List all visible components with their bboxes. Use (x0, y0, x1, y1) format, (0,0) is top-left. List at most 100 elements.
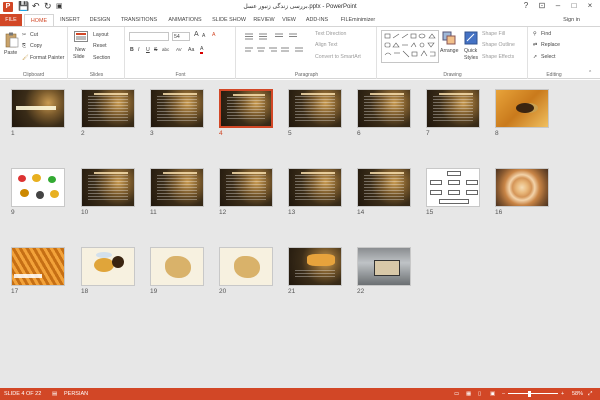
zoom-out-button[interactable]: – (502, 388, 505, 400)
slide-thumbnail[interactable]: 16 (495, 168, 549, 216)
list-buttons-icon[interactable] (243, 32, 313, 41)
slide-thumbnail[interactable]: 7 (426, 89, 480, 137)
reset-button[interactable]: Reset (93, 42, 107, 50)
clear-formatting-icon[interactable]: A (212, 31, 215, 39)
slide-thumbnail[interactable]: 12 (219, 168, 273, 216)
bold-button[interactable]: B (130, 46, 134, 54)
slide-show-view-icon[interactable]: ▣ (490, 388, 495, 400)
copy-icon[interactable]: ⎘ (22, 42, 26, 50)
section-button[interactable]: Section (93, 54, 110, 62)
change-case-button[interactable]: Aa (188, 46, 194, 54)
paste-icon[interactable] (5, 32, 19, 48)
tab-insert[interactable]: INSERT (57, 14, 83, 26)
slide-thumbnail[interactable]: 18 (81, 247, 135, 295)
tab-file[interactable]: FILE (0, 14, 22, 26)
text-direction-button[interactable]: Text Direction (315, 30, 346, 38)
cut-button[interactable]: Cut (30, 31, 38, 39)
font-name-combo[interactable] (129, 32, 169, 41)
slide-number: 19 (150, 288, 158, 295)
grow-font-icon[interactable]: A (194, 31, 199, 39)
paste-button[interactable]: Paste (4, 49, 17, 57)
cut-icon[interactable]: ✂ (22, 31, 26, 39)
slide-thumbnail[interactable]: 21 (288, 247, 342, 295)
strikethrough-button[interactable]: S (154, 46, 157, 54)
spellcheck-icon[interactable]: ▤ (52, 388, 57, 400)
zoom-slider-thumb[interactable] (528, 391, 531, 397)
slide-thumbnail[interactable]: 3 (150, 89, 204, 137)
slide-thumbnail[interactable]: 13 (288, 168, 342, 216)
slide-count-status[interactable]: SLIDE 4 OF 22 (4, 388, 41, 400)
tab-view[interactable]: VIEW (279, 14, 299, 26)
tab-slide-show[interactable]: SLIDE SHOW (209, 14, 249, 26)
zoom-slider[interactable] (508, 393, 558, 394)
slide-thumbnail[interactable]: 19 (150, 247, 204, 295)
copy-button[interactable]: Copy (30, 42, 42, 50)
replace-button[interactable]: Replace (541, 41, 560, 49)
font-size-combo[interactable]: 54 (172, 32, 190, 41)
tab-fileminimizer[interactable]: FILEminimizer (335, 14, 381, 26)
zoom-level[interactable]: 58% (572, 388, 583, 400)
arrange-button[interactable]: Arrange (440, 47, 458, 55)
clipboard-group: Paste ✂ Cut ⎘ Copy 🖌 Format Painter Clip… (0, 27, 68, 79)
italic-button[interactable]: I (138, 46, 139, 54)
text-shadow-button[interactable]: abc (162, 46, 169, 54)
quick-styles-button-line2[interactable]: Styles (464, 54, 478, 62)
normal-view-icon[interactable]: ▭ (454, 388, 459, 400)
font-color-button[interactable]: A (200, 46, 204, 54)
tab-review[interactable]: REVIEW (251, 14, 277, 26)
arrange-icon[interactable] (442, 31, 456, 45)
slide-thumbnail[interactable]: 9 (11, 168, 65, 216)
find-button[interactable]: Find (541, 30, 551, 38)
slide-thumbnail[interactable]: 22 (357, 247, 411, 295)
convert-to-smartart-button[interactable]: Convert to SmartArt (315, 53, 361, 61)
align-text-button[interactable]: Align Text (315, 41, 337, 49)
underline-button[interactable]: U (146, 46, 150, 54)
maximize-button[interactable]: □ (566, 0, 582, 12)
shape-outline-button[interactable]: Shape Outline (482, 41, 515, 49)
character-spacing-button[interactable]: AV (176, 46, 182, 54)
help-icon[interactable]: ? (518, 0, 534, 12)
slide-thumbnail[interactable]: 2 (81, 89, 135, 137)
tab-animations[interactable]: ANIMATIONS (163, 14, 207, 26)
slide-sorter-view-icon[interactable]: ▦ (466, 388, 471, 400)
slide-thumbnail[interactable]: 14 (357, 168, 411, 216)
format-painter-button[interactable]: Format Painter (30, 54, 64, 62)
quick-styles-icon[interactable] (464, 31, 478, 45)
ribbon-display-options-icon[interactable]: ⊡ (534, 0, 550, 12)
slide-thumbnail[interactable]: 8 (495, 89, 549, 137)
find-icon[interactable]: ⚲ (533, 30, 537, 38)
shape-fill-button[interactable]: Shape Fill (482, 30, 505, 38)
alignment-buttons-icon[interactable] (243, 46, 313, 55)
shrink-font-icon[interactable]: A (202, 32, 205, 40)
slide-thumbnail[interactable]: 11 (150, 168, 204, 216)
zoom-in-button[interactable]: + (561, 388, 564, 400)
replace-icon[interactable]: ⇄ (533, 41, 537, 49)
fit-slide-icon[interactable]: ⤢ (588, 388, 592, 400)
slide-thumbnail[interactable]: 17 (11, 247, 65, 295)
shape-effects-button[interactable]: Shape Effects (482, 53, 514, 61)
tab-add-ins[interactable]: ADD-INS (302, 14, 332, 26)
tab-design[interactable]: DESIGN (86, 14, 114, 26)
select-button[interactable]: Select (541, 53, 555, 61)
format-painter-icon[interactable]: 🖌 (22, 54, 29, 62)
select-icon[interactable]: ➚ (533, 53, 537, 61)
slide-thumbnail[interactable]: 1 (11, 89, 65, 137)
sign-in-link[interactable]: Sign in (563, 17, 580, 23)
slide-thumbnail[interactable]: 6 (357, 89, 411, 137)
new-slide-icon[interactable] (74, 31, 88, 43)
language-status[interactable]: PERSIAN (64, 388, 88, 400)
slide-thumbnail[interactable]: 15 (426, 168, 480, 216)
close-button[interactable]: × (582, 0, 598, 12)
layout-button[interactable]: Layout (93, 31, 109, 39)
slide-image (426, 89, 480, 128)
slide-thumbnail[interactable]: 5 (288, 89, 342, 137)
shapes-gallery[interactable] (381, 30, 439, 63)
tab-transitions[interactable]: TRANSITIONS (117, 14, 161, 26)
new-slide-button-line2[interactable]: Slide (73, 53, 85, 61)
minimize-button[interactable]: – (550, 0, 566, 12)
reading-view-icon[interactable]: ▯ (478, 388, 481, 400)
slide-thumbnail[interactable]: 10 (81, 168, 135, 216)
slide-thumbnail[interactable]: 20 (219, 247, 273, 295)
collapse-ribbon-icon[interactable]: ⌃ (588, 69, 592, 77)
slide-thumbnail-selected[interactable]: 4 (219, 89, 273, 137)
